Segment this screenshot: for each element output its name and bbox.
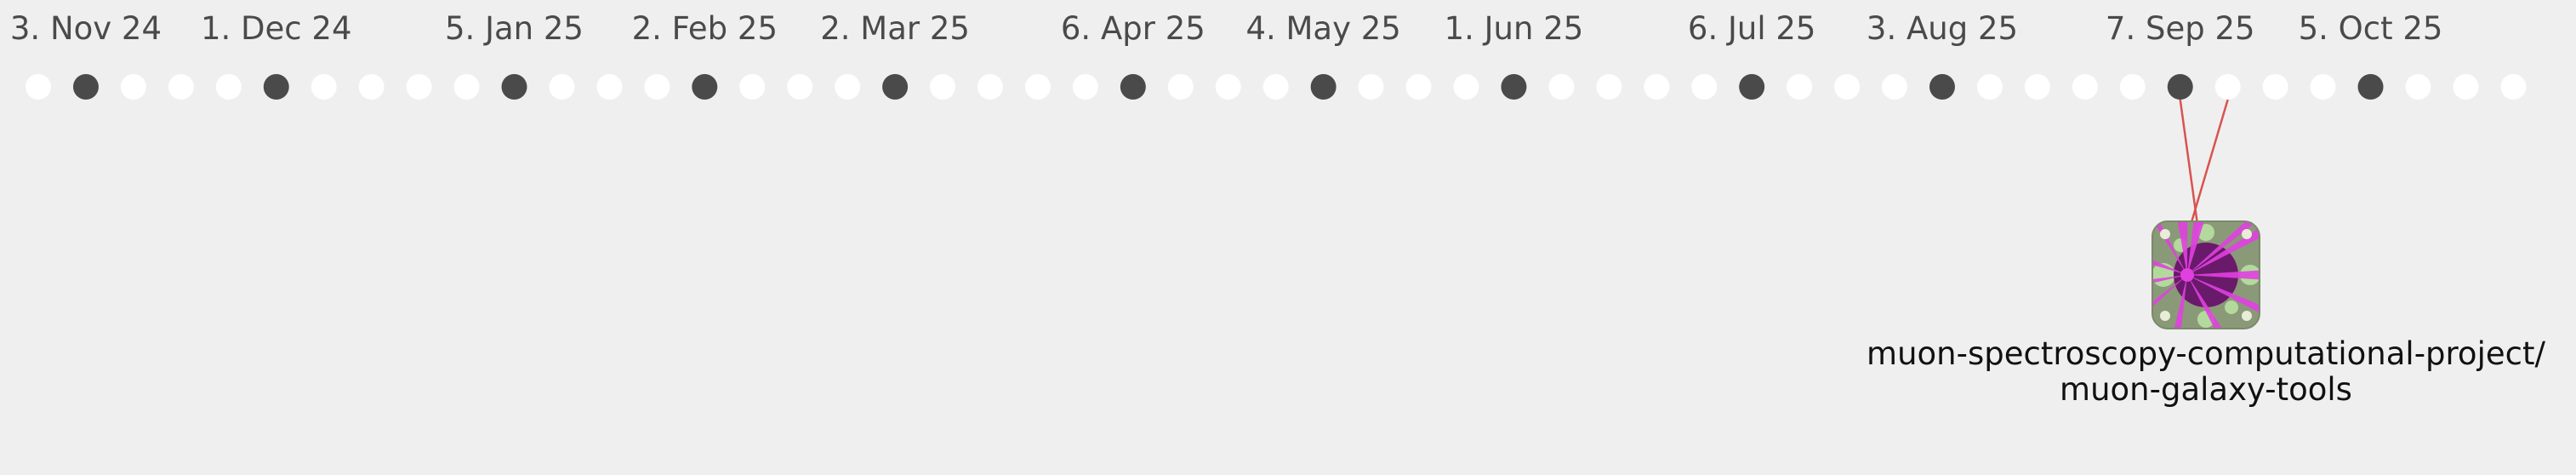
week-dot[interactable]: [311, 74, 337, 100]
timeline-chart: 3. Nov 24 1. Dec 24 5. Jan 25 2. Feb 25 2. M…: [10, 10, 2546, 408]
week-dot[interactable]: [358, 74, 385, 100]
week-dot[interactable]: [215, 74, 242, 100]
week-dot[interactable]: [2262, 74, 2288, 100]
date-label: 6. Jul 25: [1688, 10, 1816, 47]
week-dot[interactable]: [1405, 74, 1432, 100]
week-dot[interactable]: [1262, 74, 1289, 100]
week-dot[interactable]: [1024, 74, 1051, 100]
week-dot[interactable]: [1215, 74, 1241, 100]
week-dot[interactable]: [406, 74, 432, 100]
week-dot-highlighted[interactable]: [501, 74, 527, 100]
week-dot[interactable]: [26, 74, 51, 100]
week-dot-highlighted[interactable]: [1739, 74, 1765, 100]
week-dot-highlighted[interactable]: [72, 74, 99, 100]
week-dot[interactable]: [644, 74, 670, 100]
week-dot[interactable]: [1167, 74, 1194, 100]
week-dot[interactable]: [2453, 74, 2479, 100]
week-dot[interactable]: [835, 74, 861, 100]
week-dot[interactable]: [1834, 74, 1861, 100]
date-label: 2. Mar 25: [820, 10, 970, 47]
week-dots: [26, 74, 2527, 100]
week-dot-highlighted[interactable]: [2167, 74, 2193, 100]
week-dot[interactable]: [1882, 74, 1908, 100]
week-dot[interactable]: [2214, 74, 2241, 100]
date-label: 5. Oct 25: [2299, 10, 2443, 47]
week-dot[interactable]: [549, 74, 575, 100]
week-dot[interactable]: [1976, 74, 2003, 100]
week-dot[interactable]: [2119, 74, 2146, 100]
week-dot[interactable]: [2405, 74, 2431, 100]
week-dot[interactable]: [1644, 74, 1670, 100]
repo-cards: muon-spectroscopy-computational-project/…: [1866, 220, 2545, 408]
week-dot[interactable]: [168, 74, 194, 100]
week-dot-highlighted[interactable]: [263, 74, 289, 100]
week-dot-highlighted[interactable]: [1501, 74, 1527, 100]
date-labels: 3. Nov 24 1. Dec 24 5. Jan 25 2. Feb 25 2. M…: [10, 10, 2443, 47]
week-dot[interactable]: [977, 74, 1003, 100]
week-dot[interactable]: [1787, 74, 1813, 100]
date-label: 1. Jun 25: [1445, 10, 1584, 47]
repo-connectors: [2179, 99, 2229, 238]
week-dot[interactable]: [1072, 74, 1098, 100]
week-dot[interactable]: [787, 74, 813, 100]
week-dot[interactable]: [2072, 74, 2098, 100]
week-dot[interactable]: [1548, 74, 1575, 100]
date-label: 6. Apr 25: [1061, 10, 1205, 47]
date-label: 4. May 25: [1245, 10, 1400, 47]
date-label: 1. Dec 24: [201, 10, 352, 47]
week-dot-highlighted[interactable]: [1120, 74, 1146, 100]
week-dot[interactable]: [1453, 74, 1479, 100]
week-dot-highlighted[interactable]: [2357, 74, 2384, 100]
date-label: 5. Jan 25: [445, 10, 584, 47]
week-dot[interactable]: [120, 74, 146, 100]
repo-name[interactable]: muon-galaxy-tools: [2060, 371, 2352, 408]
date-label: 3. Nov 24: [10, 10, 162, 47]
week-dot-highlighted[interactable]: [1310, 74, 1336, 100]
week-dot[interactable]: [739, 74, 766, 100]
week-dot[interactable]: [930, 74, 956, 100]
week-dot[interactable]: [596, 74, 623, 100]
date-label: 2. Feb 25: [632, 10, 778, 47]
week-dot-highlighted[interactable]: [1929, 74, 1955, 100]
date-label: 3. Aug 25: [1866, 10, 2018, 47]
week-dot[interactable]: [2500, 74, 2527, 100]
week-dot[interactable]: [453, 74, 480, 100]
repo-name-owner[interactable]: muon-spectroscopy-computational-project/: [1866, 335, 2545, 372]
week-dot[interactable]: [1691, 74, 1718, 100]
repo-connector-line: [2179, 99, 2201, 238]
repo-connector-line: [2186, 99, 2229, 238]
date-label: 7. Sep 25: [2106, 10, 2255, 47]
week-dot[interactable]: [2024, 74, 2050, 100]
week-dot[interactable]: [1358, 74, 1384, 100]
week-dot-highlighted[interactable]: [882, 74, 909, 100]
week-dot-highlighted[interactable]: [692, 74, 718, 100]
week-dot[interactable]: [1596, 74, 1622, 100]
week-dot[interactable]: [2310, 74, 2336, 100]
